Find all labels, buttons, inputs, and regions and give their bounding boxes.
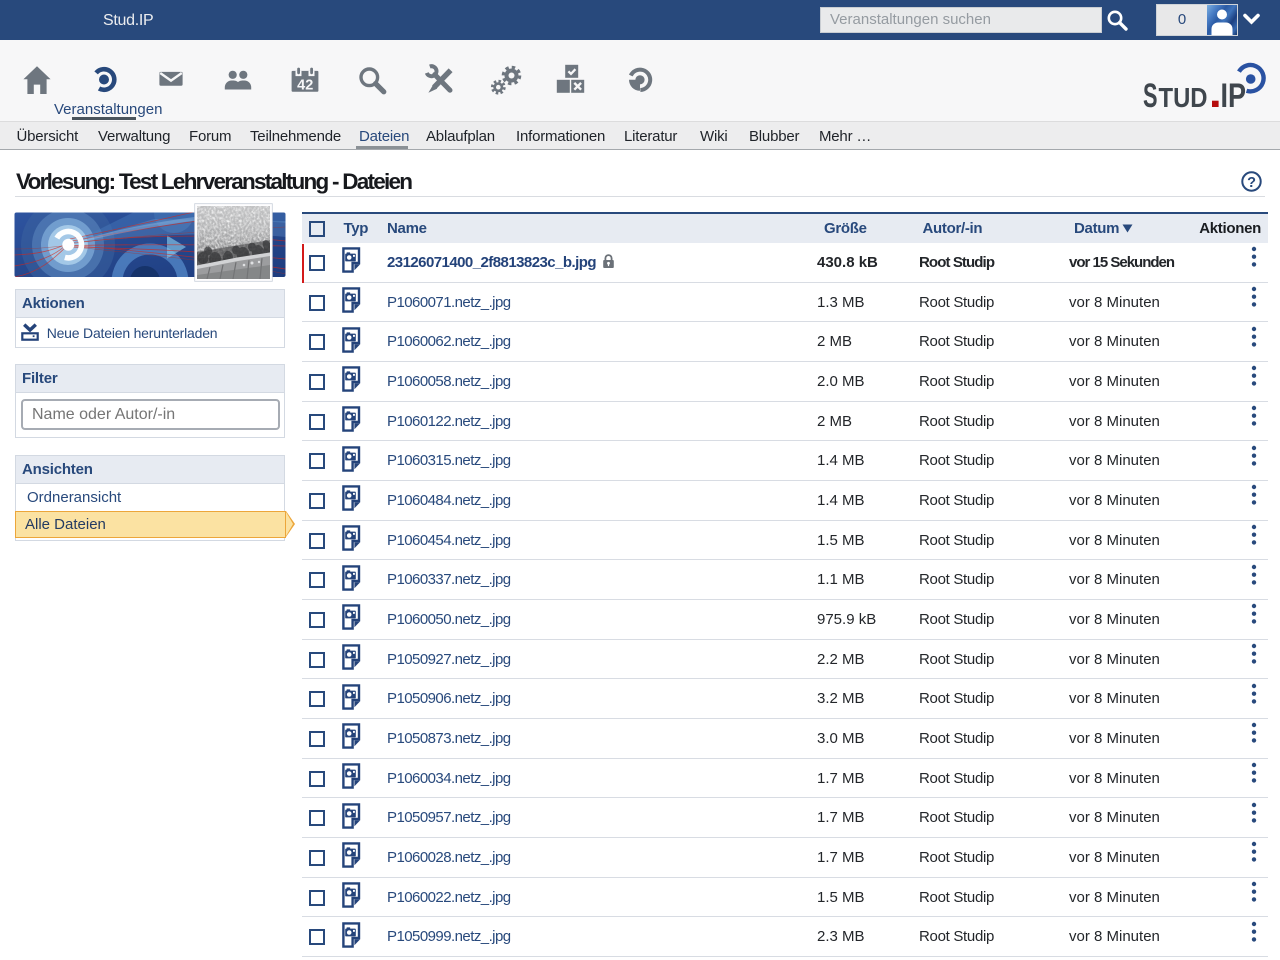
svg-text:IP: IP	[1221, 77, 1247, 112]
svg-text:TUD: TUD	[1159, 82, 1208, 112]
svg-text:?: ?	[1247, 175, 1256, 191]
svg-text:S: S	[1143, 77, 1158, 112]
svg-text:42: 42	[297, 78, 313, 94]
